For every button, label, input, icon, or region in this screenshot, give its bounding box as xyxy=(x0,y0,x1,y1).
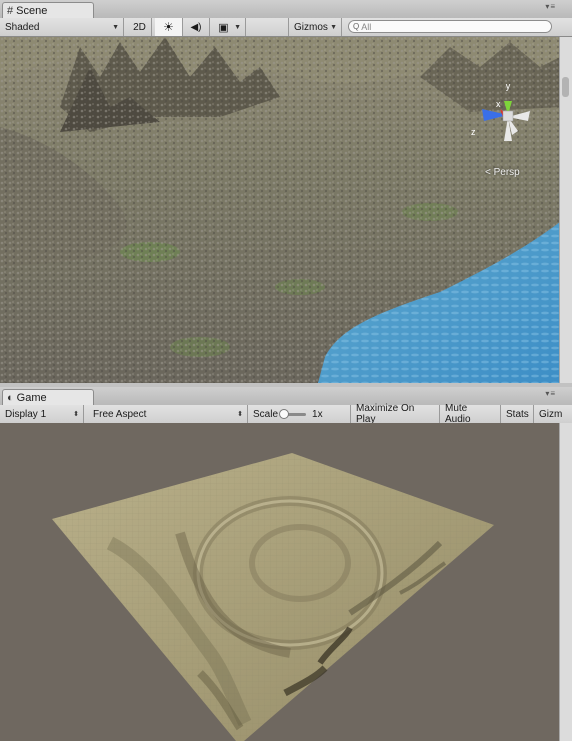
speaker-icon: ◀) xyxy=(190,21,202,33)
game-toolbar: Display 1 ⬍ Free Aspect ⬍ Scale 1x Maxim… xyxy=(0,403,572,425)
scene-window-menu-icon[interactable]: ▾≡ xyxy=(545,2,556,11)
scale-slider-knob[interactable] xyxy=(279,408,290,419)
tab-game[interactable]: ◐ Game xyxy=(2,389,94,406)
gizmos-label: Gizmos xyxy=(294,21,328,33)
game-viewport[interactable] xyxy=(0,423,560,741)
sun-icon: ☀ xyxy=(163,20,174,34)
mute-audio-label: Mute Audio xyxy=(445,403,471,425)
tab-game-label: Game xyxy=(16,392,47,404)
axis-y-label: y xyxy=(506,81,511,91)
scale-label: Scale xyxy=(253,408,279,420)
display-dropdown[interactable]: Display 1 ⬍ xyxy=(0,405,84,423)
scene-vertical-scrollbar[interactable] xyxy=(559,37,572,383)
scrollbar-thumb[interactable] xyxy=(562,77,569,97)
scene-viewport[interactable]: y x z < Persp xyxy=(0,37,560,383)
axis-z-label: z xyxy=(471,127,476,137)
game-gizmos-label: Gizm xyxy=(539,408,563,420)
search-placeholder: All xyxy=(361,21,372,32)
2d-toggle-button[interactable]: 2D xyxy=(128,18,152,36)
stats-button[interactable]: Stats xyxy=(501,405,534,423)
orientation-gizmo[interactable]: y x z xyxy=(468,77,548,157)
axis-x-label: x xyxy=(496,99,501,109)
scene-toolbar: Shaded ▼ 2D ☀ ◀) ▣ ▼ Gizmos ▼ Q All xyxy=(0,18,572,37)
scene-lighting-toggle[interactable]: ☀ xyxy=(155,18,183,36)
aspect-value: Free Aspect xyxy=(93,408,147,420)
chevron-updown-icon: ⬍ xyxy=(73,411,79,418)
scene-search-input[interactable]: Q All xyxy=(348,20,552,33)
tab-scene[interactable]: # Scene xyxy=(2,2,94,19)
scene-tab-icon: # xyxy=(7,5,14,17)
gizmos-dropdown[interactable]: Gizmos ▼ xyxy=(288,18,342,36)
terrain-game-render xyxy=(52,453,494,741)
mute-audio-button[interactable]: Mute Audio xyxy=(440,403,501,425)
game-gizmos-button[interactable]: Gizm xyxy=(534,405,572,423)
perspective-icon: < xyxy=(485,167,491,178)
display-value: Display 1 xyxy=(5,408,47,420)
scene-tab-bar: # Scene ▾≡ xyxy=(0,0,572,19)
chevron-down-icon: ▼ xyxy=(112,23,119,31)
scene-effects-dropdown[interactable]: ▣ ▼ xyxy=(210,18,246,36)
chevron-down-icon: ▼ xyxy=(234,23,241,31)
projection-toggle[interactable]: < Persp xyxy=(485,167,520,178)
scale-value: 1x xyxy=(312,408,323,420)
search-icon: Q xyxy=(353,22,360,31)
scale-slider[interactable] xyxy=(279,408,307,419)
shading-mode-value: Shaded xyxy=(5,21,40,33)
scene-audio-toggle[interactable]: ◀) xyxy=(183,18,210,36)
stats-label: Stats xyxy=(506,408,529,420)
game-tab-icon: ◐ xyxy=(7,392,14,404)
scale-control[interactable]: Scale 1x xyxy=(248,405,351,423)
aspect-dropdown[interactable]: Free Aspect ⬍ xyxy=(88,405,248,423)
maximize-on-play-button[interactable]: Maximize On Play xyxy=(351,403,440,425)
maximize-on-play-label: Maximize On Play xyxy=(356,403,415,425)
game-vertical-scrollbar[interactable] xyxy=(559,423,572,741)
projection-label: Persp xyxy=(493,167,520,178)
shading-mode-dropdown[interactable]: Shaded ▼ xyxy=(0,18,124,36)
game-window-menu-icon[interactable]: ▾≡ xyxy=(545,389,556,398)
chevron-down-icon: ▼ xyxy=(330,23,337,31)
chevron-updown-icon: ⬍ xyxy=(237,411,243,418)
2d-label: 2D xyxy=(133,21,146,33)
tab-scene-label: Scene xyxy=(16,5,48,17)
image-effects-icon: ▣ xyxy=(218,21,229,34)
